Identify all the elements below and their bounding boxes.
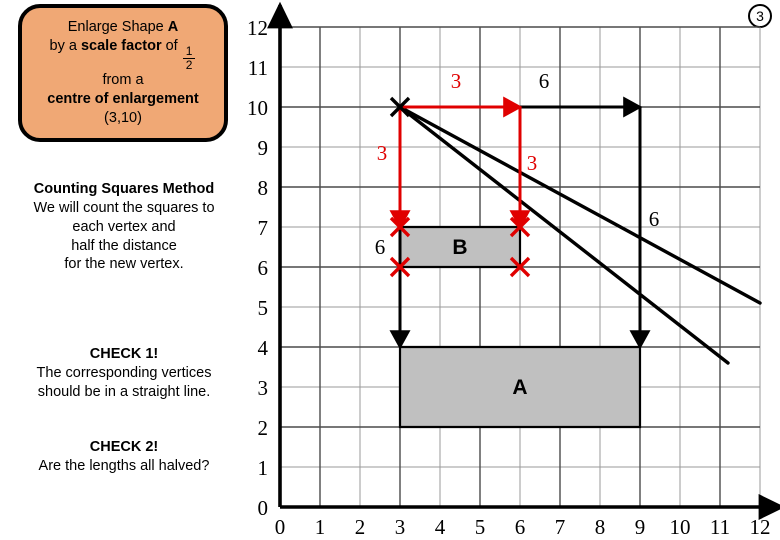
- x-tick-label: 3: [395, 515, 406, 539]
- y-tick-label: 4: [258, 336, 269, 360]
- x-tick-label: 9: [635, 515, 646, 539]
- measure-label-3: 3: [527, 151, 538, 175]
- y-tick-label: 0: [258, 496, 269, 520]
- x-tick-label: 7: [555, 515, 566, 539]
- y-tick-label: 11: [248, 56, 268, 80]
- measure-label-6: 6: [539, 69, 550, 93]
- x-tick-label: 2: [355, 515, 366, 539]
- measure-label-6: 6: [649, 207, 660, 231]
- shape-label-a: A: [512, 376, 527, 399]
- instruction-scale-factor-term: scale factor: [80, 37, 162, 54]
- measure-label-3: 3: [451, 69, 462, 93]
- y-tick-label: 3: [258, 376, 269, 400]
- axes: [267, 1, 780, 520]
- axis-tick-labels: 0 1 2 3 4 5 6 7 8 9 10 11 120123456789101112: [247, 16, 771, 539]
- instruction-line-2-suffix: of: [161, 37, 182, 54]
- measure-label-3: 3: [377, 141, 388, 165]
- instruction-centre-term: centre of enlargement: [47, 90, 199, 107]
- instruction-shape-name: A: [167, 18, 179, 35]
- x-tick-label: 6: [515, 515, 526, 539]
- y-tick-label: 5: [258, 296, 269, 320]
- y-tick-label: 10: [247, 96, 268, 120]
- enlargement-ray: [398, 105, 762, 305]
- x-tick-label: 4: [435, 515, 446, 539]
- y-tick-label: 9: [258, 136, 269, 160]
- y-tick-label: 1: [258, 456, 269, 480]
- check-2-body-line-1: Are the lengths all halved?: [38, 457, 210, 474]
- x-tick-label: 10: [670, 515, 691, 539]
- fraction-denominator: 2: [185, 57, 193, 72]
- coordinate-grid-graph: AB 663336 0 1 2 3 4 5 6 7 8 9 10 11 12 0 1 2 3 4 5 6 7 8 9 10 11…: [236, 0, 780, 540]
- y-tick-label: 7: [258, 216, 269, 240]
- method-body-line-3: half the distance: [71, 237, 177, 254]
- x-tick-label: 12: [750, 515, 771, 539]
- check-2-block: CHECK 2! Are the lengths all halved?: [0, 438, 248, 476]
- method-body-line-1: We will count the squares to: [33, 199, 215, 216]
- graph-svg: AB 663336 0 1 2 3 4 5 6 7 8 9 10 11 1201234567891011…: [247, 1, 780, 539]
- check-2-heading: CHECK 2!: [89, 439, 159, 455]
- check-1-block: CHECK 1! The corresponding vertices shou…: [0, 345, 248, 402]
- x-tick-label: 5: [475, 515, 486, 539]
- shape-label-b: B: [452, 236, 467, 259]
- check-1-heading: CHECK 1!: [89, 346, 159, 362]
- instruction-line-3: from a: [102, 71, 144, 88]
- check-1-body-line-1: The corresponding vertices: [36, 364, 212, 381]
- instruction-line-2-prefix: by a: [49, 37, 81, 54]
- x-tick-label: 8: [595, 515, 606, 539]
- instruction-line-2: by a scale factor of 12: [22, 37, 224, 71]
- x-tick-label: 0: [275, 515, 286, 539]
- instruction-centre-coordinates: (3,10): [104, 110, 142, 127]
- instruction-line-1-prefix: Enlarge Shape: [67, 18, 168, 35]
- scale-factor-fraction: 12: [182, 45, 196, 72]
- method-body-line-2: each vertex and: [72, 218, 176, 235]
- y-tick-label: 12: [247, 16, 268, 40]
- counting-squares-method-block: Counting Squares Method We will count th…: [0, 180, 248, 274]
- x-tick-label: 11: [710, 515, 730, 539]
- measure-label-6: 6: [375, 235, 386, 259]
- x-tick-label: 1: [315, 515, 326, 539]
- y-tick-label: 8: [258, 176, 269, 200]
- y-tick-label: 2: [258, 416, 269, 440]
- fraction-numerator: 1: [182, 45, 196, 59]
- enlargement-instruction-card: Enlarge Shape A by a scale factor of 12 …: [18, 4, 228, 142]
- counting-square-arrows: 6 6 3 3 3 6: [375, 69, 660, 350]
- instruction-line-1: Enlarge Shape A: [22, 18, 224, 37]
- method-body-line-4: for the new vertex.: [64, 256, 184, 273]
- check-1-body-line-2: should be in a straight line.: [37, 383, 211, 400]
- method-heading: Counting Squares Method: [33, 181, 215, 197]
- y-tick-label: 6: [258, 256, 269, 280]
